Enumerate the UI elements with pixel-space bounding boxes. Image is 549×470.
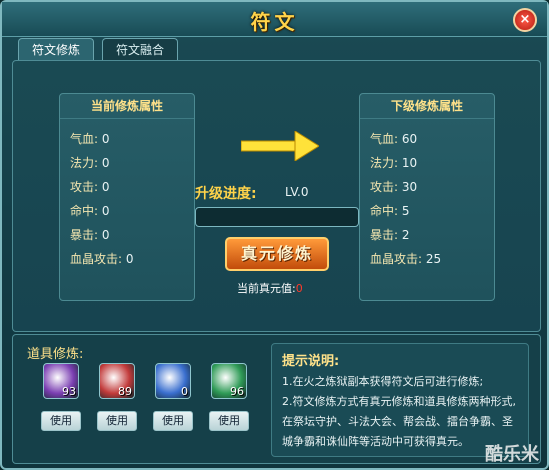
item-count: 89 — [118, 385, 132, 398]
cultivation-panel: 当前修炼属性 气血: 0 法力: 0 攻击: 0 命中: 0 暴击: 0 血晶攻… — [12, 60, 541, 332]
red-gem-icon[interactable]: 89 — [99, 363, 135, 399]
upgrade-progress-label: 升级进度: — [195, 186, 257, 202]
items-section-title: 道具修炼: — [27, 347, 84, 362]
use-button[interactable]: 使用 — [153, 411, 193, 431]
attr-row: 命中: 5 — [370, 202, 410, 219]
attr-row: 血晶攻击: 0 — [70, 250, 134, 267]
attr-value: 0 — [101, 156, 110, 170]
use-button[interactable]: 使用 — [41, 411, 81, 431]
attr-value: 0 — [101, 180, 110, 194]
attr-value: 25 — [425, 252, 442, 266]
blue-rune-icon[interactable]: 0 — [155, 363, 191, 399]
current-attributes-box: 当前修炼属性 气血: 0 法力: 0 攻击: 0 命中: 0 暴击: 0 血晶攻… — [59, 93, 195, 301]
item-count: 96 — [230, 385, 244, 398]
attr-row: 气血: 60 — [370, 130, 417, 147]
attr-value: 60 — [401, 132, 418, 146]
items-and-tips-panel: 道具修炼: 93 89 0 96 使用 使用 使用 使用 提示说明: 1.在火之… — [12, 334, 541, 464]
attr-label: 血晶攻击: — [370, 252, 423, 266]
attr-label: 气血: — [70, 132, 99, 146]
item-count: 0 — [181, 385, 188, 398]
close-icon[interactable]: × — [513, 8, 537, 32]
attr-value: 0 — [101, 228, 110, 242]
tip-line: 1.在火之炼狱副本获得符文后可进行修炼; — [282, 375, 484, 388]
arrow-right-icon — [241, 131, 319, 161]
attr-value: 0 — [101, 204, 110, 218]
item-count: 93 — [62, 385, 76, 398]
current-essence: 当前真元值:0 — [237, 280, 303, 296]
attr-label: 攻击: — [70, 180, 99, 194]
attr-value: 0 — [125, 252, 134, 266]
tab-rune-cultivation[interactable]: 符文修炼 — [18, 38, 94, 61]
attr-label: 法力: — [70, 156, 99, 170]
title-bar: 符文 × — [2, 2, 547, 37]
next-attributes-title: 下级修炼属性 — [360, 94, 494, 119]
next-attributes-box: 下级修炼属性 气血: 60 法力: 10 攻击: 30 命中: 5 暴击: 2 … — [359, 93, 495, 301]
attr-row: 命中: 0 — [70, 202, 110, 219]
attr-row: 血晶攻击: 25 — [370, 250, 441, 267]
current-essence-label: 当前真元值: — [237, 282, 296, 295]
attr-value: 2 — [401, 228, 410, 242]
tips-title: 提示说明: — [282, 354, 340, 369]
attr-value: 30 — [401, 180, 418, 194]
window-title: 符文 — [250, 10, 299, 34]
attr-row: 攻击: 30 — [370, 178, 417, 195]
upgrade-progress-bar — [195, 207, 359, 227]
attr-row: 暴击: 2 — [370, 226, 410, 243]
tab-rune-fusion[interactable]: 符文融合 — [102, 38, 178, 61]
use-button[interactable]: 使用 — [97, 411, 137, 431]
attr-row: 气血: 0 — [70, 130, 110, 147]
attr-row: 法力: 0 — [70, 154, 110, 171]
attr-label: 气血: — [370, 132, 399, 146]
purple-gem-icon[interactable]: 93 — [43, 363, 79, 399]
attr-label: 暴击: — [70, 228, 99, 242]
upgrade-level: LV.0 — [285, 185, 309, 199]
current-essence-value: 0 — [295, 282, 303, 295]
attr-label: 法力: — [370, 156, 399, 170]
attr-label: 血晶攻击: — [70, 252, 123, 266]
attr-label: 命中: — [70, 204, 99, 218]
attr-label: 攻击: — [370, 180, 399, 194]
site-watermark: 酷乐米 — [485, 444, 539, 465]
attr-value: 5 — [401, 204, 410, 218]
attr-value: 10 — [401, 156, 418, 170]
use-button[interactable]: 使用 — [209, 411, 249, 431]
true-essence-cultivate-button[interactable]: 真元修炼 — [225, 237, 329, 271]
attr-row: 暴击: 0 — [70, 226, 110, 243]
green-crystal-icon[interactable]: 96 — [211, 363, 247, 399]
attr-label: 命中: — [370, 204, 399, 218]
rune-window: 符文 × 符文修炼 符文融合 当前修炼属性 气血: 0 法力: 0 攻击: 0 … — [0, 0, 549, 470]
attr-value: 0 — [101, 132, 110, 146]
current-attributes-title: 当前修炼属性 — [60, 94, 194, 119]
attr-row: 攻击: 0 — [70, 178, 110, 195]
attr-label: 暴击: — [370, 228, 399, 242]
attr-row: 法力: 10 — [370, 154, 417, 171]
